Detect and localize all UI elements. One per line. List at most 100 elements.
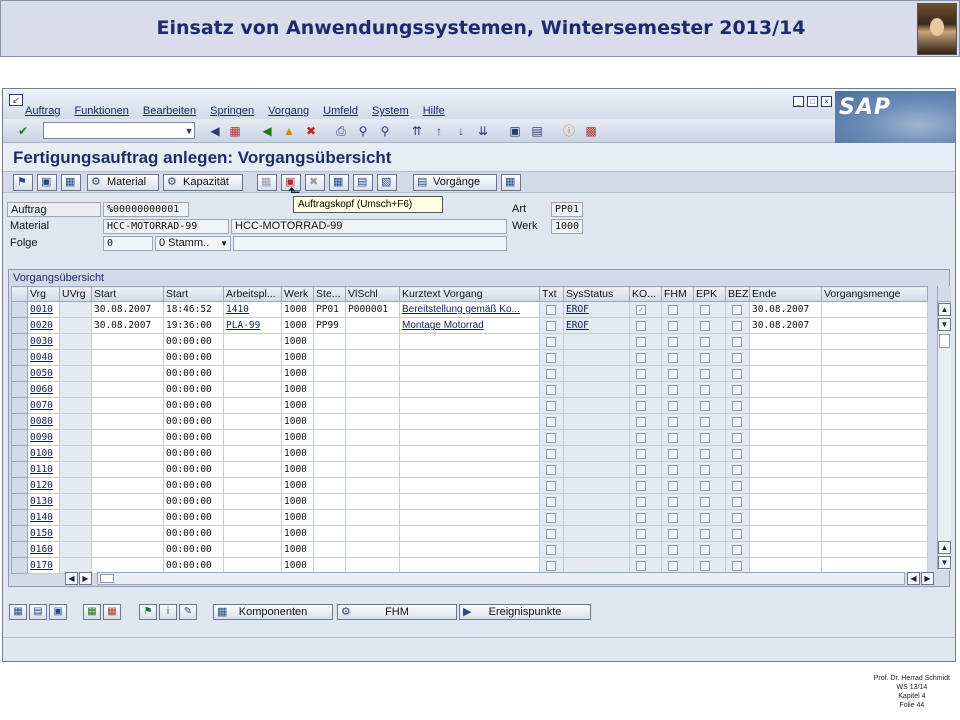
vorlagenschluessel-cell[interactable]: [345, 445, 400, 462]
start-time-cell[interactable]: 00:00:00: [163, 461, 224, 478]
select-all-icon[interactable]: ▦: [9, 604, 27, 620]
start-time-cell[interactable]: 00:00:00: [163, 429, 224, 446]
row-selector[interactable]: [11, 525, 28, 542]
ende-cell[interactable]: [749, 381, 822, 398]
uvrg-cell[interactable]: [59, 445, 92, 462]
txt-checkbox[interactable]: [546, 464, 556, 475]
start-date-cell[interactable]: [91, 461, 164, 478]
werk-cell[interactable]: 1000: [281, 333, 314, 350]
txt-checkbox[interactable]: [546, 496, 556, 507]
fhm-button[interactable]: ⚙ FHM: [337, 604, 457, 620]
row-selector[interactable]: [11, 301, 28, 318]
ende-cell[interactable]: 30.08.2007: [749, 301, 822, 318]
arbeitsplatz-cell[interactable]: [223, 397, 282, 414]
txt-checkbox[interactable]: [546, 448, 556, 459]
select-all-header[interactable]: [11, 286, 28, 302]
kurztext-cell[interactable]: [399, 541, 540, 558]
horizontal-scrollbar[interactable]: [97, 572, 905, 585]
column-header[interactable]: Kurztext Vorgang: [399, 286, 540, 302]
table-row[interactable]: 0160 00:00:00 1000: [11, 541, 928, 558]
uvrg-cell[interactable]: [59, 461, 92, 478]
uvrg-cell[interactable]: [59, 429, 92, 446]
scroll-down-page-icon[interactable]: ▼: [938, 318, 951, 331]
column-header[interactable]: BEZ: [725, 286, 750, 302]
vorgangsmenge-cell[interactable]: [821, 509, 928, 526]
ko-checkbox[interactable]: [636, 448, 646, 459]
general-data-icon[interactable]: ▣: [37, 174, 57, 191]
column-header[interactable]: Werk: [281, 286, 314, 302]
bez-checkbox[interactable]: [732, 304, 742, 315]
start-time-cell[interactable]: 00:00:00: [163, 445, 224, 462]
start-date-cell[interactable]: 30.08.2007: [91, 317, 164, 334]
start-time-cell[interactable]: 00:00:00: [163, 541, 224, 558]
menu-auftrag[interactable]: Auftrag: [25, 105, 60, 117]
menu-springen[interactable]: Springen: [210, 105, 254, 117]
start-time-cell[interactable]: 00:00:00: [163, 477, 224, 494]
vrg-cell[interactable]: 0130: [27, 493, 60, 510]
epk-checkbox[interactable]: [700, 496, 710, 507]
column-header[interactable]: Txt: [539, 286, 564, 302]
uvrg-cell[interactable]: [59, 333, 92, 350]
steuerschluessel-cell[interactable]: [313, 461, 346, 478]
vrg-cell[interactable]: 0080: [27, 413, 60, 430]
scroll-thumb[interactable]: [939, 334, 950, 348]
ko-checkbox[interactable]: [636, 496, 646, 507]
previous-page-icon[interactable]: ↑: [431, 123, 447, 139]
last-page-icon[interactable]: ⇊: [475, 123, 491, 139]
menu-system[interactable]: System: [372, 105, 409, 117]
vorlagenschluessel-cell[interactable]: [345, 429, 400, 446]
vorlagenschluessel-cell[interactable]: [345, 317, 400, 334]
table-row[interactable]: 0060 00:00:00 1000: [11, 381, 928, 398]
bez-checkbox[interactable]: [732, 512, 742, 523]
uvrg-cell[interactable]: [59, 509, 92, 526]
ko-checkbox[interactable]: [636, 432, 646, 443]
vorlagenschluessel-cell[interactable]: [345, 461, 400, 478]
ko-checkbox[interactable]: [636, 416, 646, 427]
sysstatus-cell[interactable]: [563, 445, 630, 462]
vorgangsmenge-cell[interactable]: [821, 445, 928, 462]
bez-checkbox[interactable]: [732, 496, 742, 507]
start-time-cell[interactable]: 00:00:00: [163, 525, 224, 542]
deselect-icon[interactable]: ▣: [49, 604, 67, 620]
scroll-right-icon[interactable]: ▶: [79, 572, 92, 585]
hierarchy-icon[interactable]: ▦: [257, 174, 277, 191]
steuerschluessel-cell[interactable]: [313, 509, 346, 526]
sysstatus-cell[interactable]: [563, 381, 630, 398]
steuerschluessel-cell[interactable]: [313, 477, 346, 494]
epk-checkbox[interactable]: [700, 464, 710, 475]
ko-checkbox[interactable]: [636, 512, 646, 523]
arbeitsplatz-cell[interactable]: [223, 541, 282, 558]
txt-checkbox[interactable]: [546, 400, 556, 411]
vrg-cell[interactable]: 0100: [27, 445, 60, 462]
column-header[interactable]: Vrg: [27, 286, 60, 302]
fhm-checkbox[interactable]: [668, 512, 678, 523]
fhm-checkbox[interactable]: [668, 528, 678, 539]
cancel-icon[interactable]: ✖: [303, 123, 319, 139]
kurztext-cell[interactable]: Montage Motorrad: [399, 317, 540, 334]
ende-cell[interactable]: [749, 477, 822, 494]
table-row[interactable]: 0100 00:00:00 1000: [11, 445, 928, 462]
steuerschluessel-cell[interactable]: [313, 541, 346, 558]
vorgangsmenge-cell[interactable]: [821, 493, 928, 510]
row-selector[interactable]: [11, 541, 28, 558]
vorgangsmenge-cell[interactable]: [821, 365, 928, 382]
werk-cell[interactable]: 1000: [281, 541, 314, 558]
bez-checkbox[interactable]: [732, 384, 742, 395]
sysstatus-cell[interactable]: [563, 365, 630, 382]
scroll-right-end-icon[interactable]: ▶: [921, 572, 934, 585]
table-row[interactable]: 0050 00:00:00 1000: [11, 365, 928, 382]
vorlagenschluessel-cell[interactable]: [345, 333, 400, 350]
vorgangsmenge-cell[interactable]: [821, 349, 928, 366]
epk-checkbox[interactable]: [700, 320, 710, 331]
kurztext-cell[interactable]: [399, 365, 540, 382]
ende-cell[interactable]: 30.08.2007: [749, 317, 822, 334]
row-selector[interactable]: [11, 365, 28, 382]
vrg-cell[interactable]: 0060: [27, 381, 60, 398]
kurztext-cell[interactable]: [399, 397, 540, 414]
vorgangsmenge-cell[interactable]: [821, 381, 928, 398]
release-flag-icon[interactable]: ⚑: [139, 604, 157, 620]
werk-cell[interactable]: 1000: [281, 461, 314, 478]
werk-cell[interactable]: 1000: [281, 365, 314, 382]
vorgangsmenge-cell[interactable]: [821, 541, 928, 558]
vorlagenschluessel-cell[interactable]: [345, 349, 400, 366]
